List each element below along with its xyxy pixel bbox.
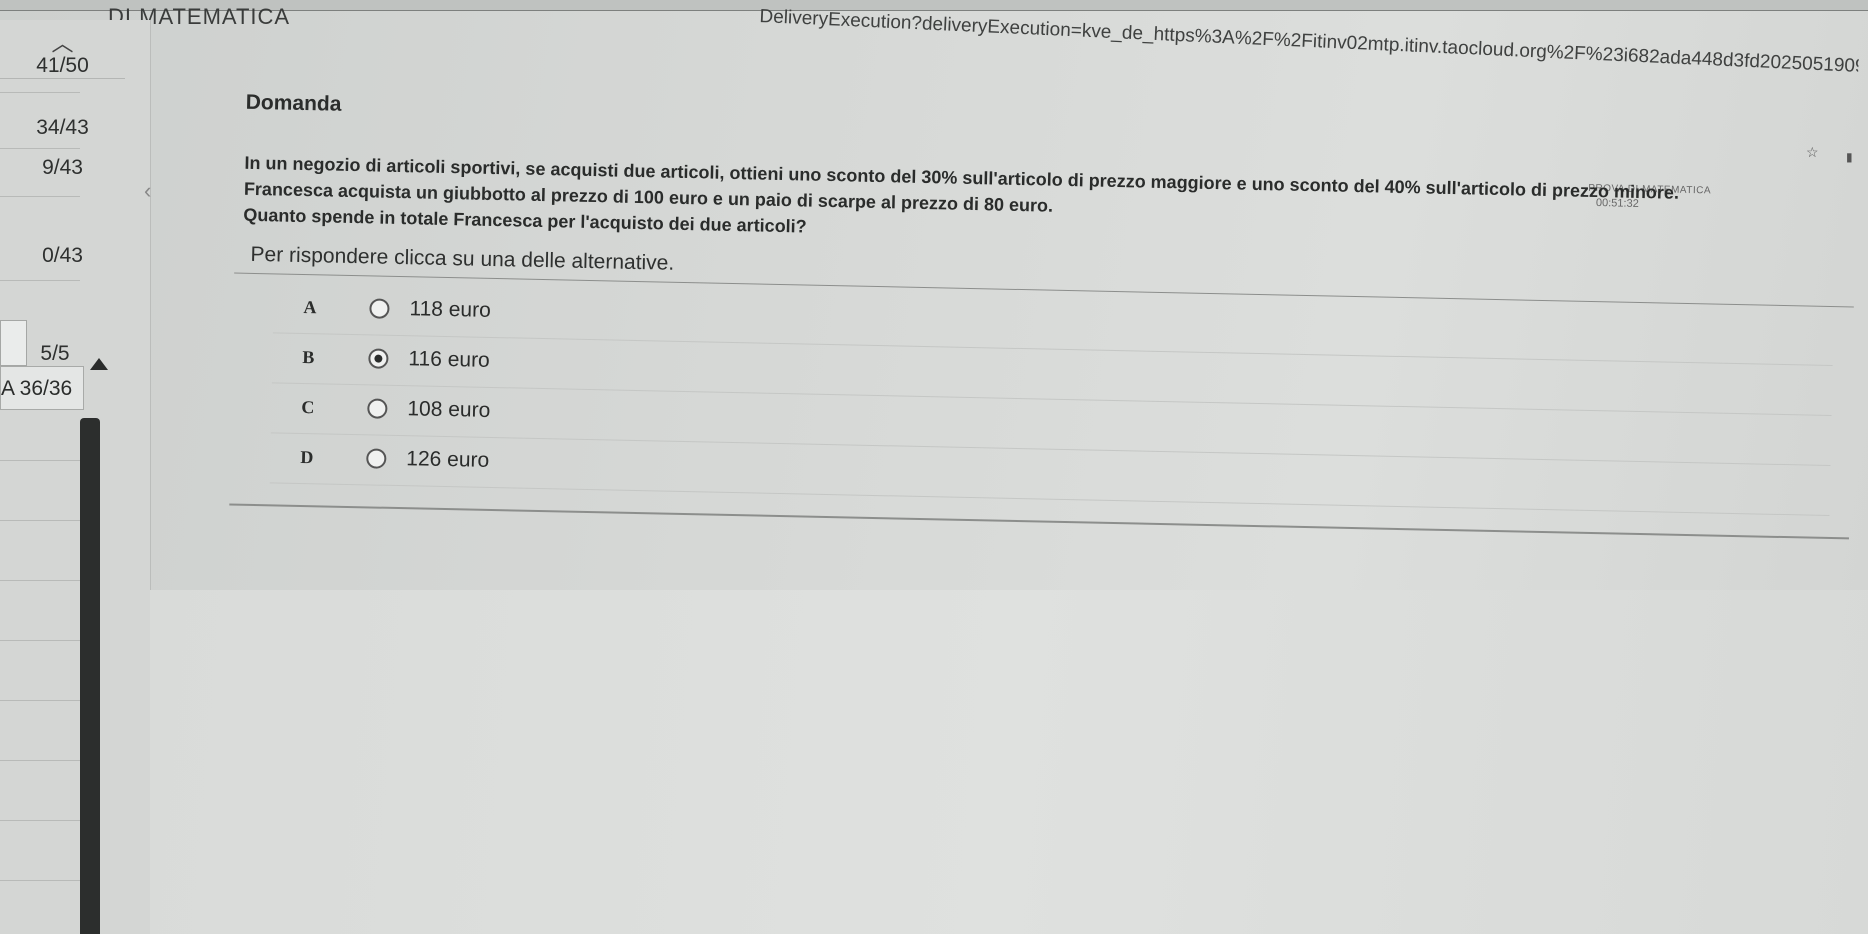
sidebar-item-section-1[interactable]: 41/50	[0, 54, 125, 78]
radio-button[interactable]	[369, 298, 390, 319]
divider	[0, 580, 80, 581]
sidebar-item-active[interactable]: A 36/36	[0, 366, 84, 410]
divider	[0, 92, 80, 93]
choice-label: 126 euro	[406, 447, 490, 472]
divider	[0, 820, 80, 821]
divider	[0, 148, 80, 149]
divider	[0, 640, 80, 641]
screen: DI MATEMATICA DeliveryExecution?delivery…	[0, 0, 1868, 934]
question-panel: Domanda PROVA DI MATEMATICA 00:51:32 In …	[200, 90, 1854, 604]
divider	[0, 520, 80, 521]
choice-letter: A	[303, 297, 317, 318]
instruction-text: Per rispondere clicca su una delle alter…	[250, 242, 675, 275]
radio-button[interactable]	[367, 398, 388, 419]
address-bar[interactable]: DeliveryExecution?deliveryExecution=kve_…	[758, 6, 1859, 90]
divider	[0, 280, 80, 281]
choice-label: 118 euro	[409, 297, 492, 322]
triangle-up-icon[interactable]	[90, 358, 108, 370]
empty-content-area	[150, 590, 1868, 934]
section-title: Domanda	[245, 90, 342, 116]
radio-button-selected[interactable]	[368, 348, 389, 369]
choice-letter: C	[301, 396, 315, 418]
divider	[0, 196, 80, 197]
divider	[0, 760, 80, 761]
choice-label: 116 euro	[408, 347, 490, 372]
radio-button[interactable]	[366, 448, 387, 469]
choice-letter: B	[302, 346, 315, 368]
sidebar: ︿ 41/50 34/43 9/43 0/43 5/5 A 36/36	[0, 20, 151, 934]
choice-label: 108 euro	[407, 397, 491, 422]
choices-list: A 118 euro B 116 euro C 108 euro D 126 e…	[229, 272, 1854, 540]
scrollbar[interactable]	[80, 418, 100, 934]
sidebar-item-section-2[interactable]: 34/43	[0, 116, 125, 140]
sidebar-item-section-3[interactable]: 9/43	[0, 156, 125, 180]
chevron-left-icon[interactable]: ‹	[144, 178, 151, 204]
divider	[0, 880, 80, 881]
divider	[0, 460, 80, 461]
choice-letter: D	[300, 446, 314, 468]
divider	[0, 700, 80, 701]
sidebar-item-section-4[interactable]: 0/43	[0, 244, 125, 268]
